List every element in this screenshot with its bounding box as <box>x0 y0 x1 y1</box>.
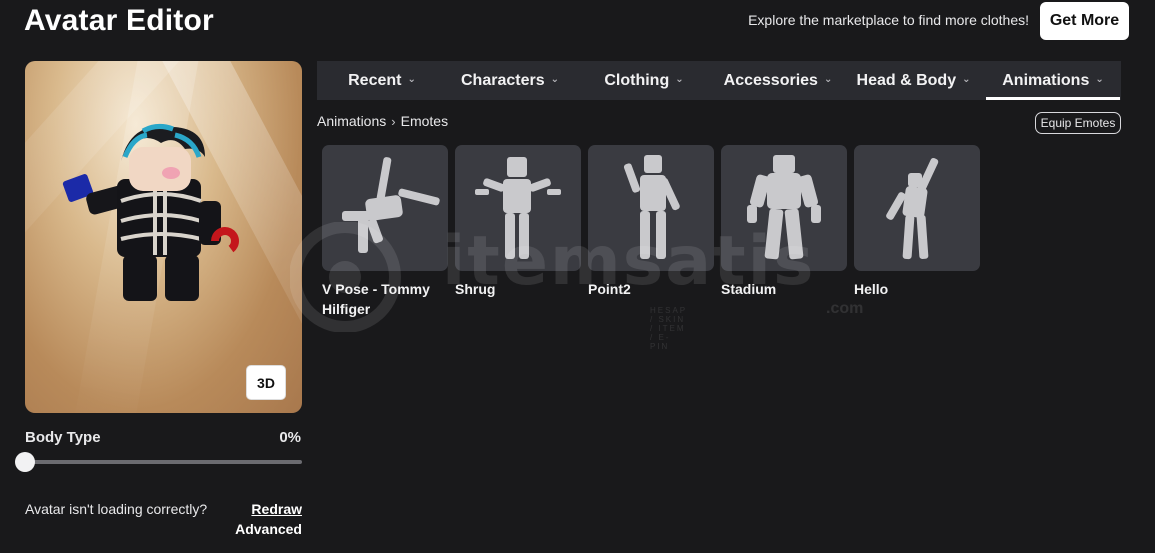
tab-characters[interactable]: Characters ⌄ <box>447 61 573 100</box>
page-title: Avatar Editor <box>24 4 214 37</box>
emote-item[interactable]: V Pose - Tommy Hilfiger <box>322 145 448 319</box>
body-type-value: 0% <box>279 429 301 446</box>
avatar-character-image <box>62 123 239 301</box>
tab-label: Accessories <box>723 71 818 89</box>
category-tabbar: Recent ⌄ Characters ⌄ Clothing ⌄ Accessorie… <box>317 61 1121 100</box>
body-type-slider-thumb[interactable] <box>15 452 35 472</box>
emote-name: V Pose - Tommy Hilfiger <box>322 281 430 317</box>
avatar-loading-text: Avatar isn't loading correctly? <box>25 501 208 517</box>
3d-toggle-button[interactable]: 3D <box>246 365 286 400</box>
chevron-down-icon: ⌄ <box>550 74 559 85</box>
tab-label: Clothing <box>604 71 670 89</box>
tab-accessories[interactable]: Accessories ⌄ <box>715 61 841 100</box>
redraw-link[interactable]: Redraw <box>251 501 302 517</box>
chevron-down-icon: ⌄ <box>823 74 833 85</box>
emote-item[interactable]: Stadium <box>721 145 847 319</box>
v-pose-figure-icon <box>342 157 440 253</box>
chevron-right-icon: › <box>391 113 396 129</box>
tab-label: Characters <box>461 71 545 89</box>
stadium-figure-icon <box>747 155 821 260</box>
emote-thumbnail[interactable] <box>588 145 714 271</box>
emote-thumbnail[interactable] <box>455 145 581 271</box>
tab-head-body[interactable]: Head & Body ⌄ <box>841 61 986 100</box>
emote-item[interactable]: Shrug <box>455 145 581 319</box>
emote-name: Stadium <box>721 281 777 297</box>
emote-item[interactable]: Point2 <box>588 145 714 319</box>
advanced-link[interactable]: Advanced <box>235 521 302 537</box>
breadcrumb-current: Emotes <box>400 113 449 129</box>
tab-label: Head & Body <box>856 71 957 89</box>
emote-thumbnail[interactable] <box>854 145 980 271</box>
tab-animations[interactable]: Animations ⌄ <box>986 61 1120 100</box>
hello-figure-icon <box>886 157 939 260</box>
avatar-preview[interactable]: 3D <box>25 61 302 413</box>
tab-clothing[interactable]: Clothing ⌄ <box>573 61 715 100</box>
tab-recent[interactable]: Recent ⌄ <box>317 61 447 100</box>
emote-thumbnail[interactable] <box>721 145 847 271</box>
shrug-figure-icon <box>475 157 561 259</box>
breadcrumb: Animations › Emotes <box>317 113 448 129</box>
breadcrumb-parent[interactable]: Animations <box>317 113 386 129</box>
chevron-down-icon: ⌄ <box>675 74 684 85</box>
body-type-slider-track[interactable] <box>25 460 302 464</box>
marketplace-promo-text: Explore the marketplace to find more clo… <box>748 12 1029 28</box>
chevron-down-icon: ⌄ <box>407 74 416 85</box>
get-more-button[interactable]: Get More <box>1040 2 1129 40</box>
emote-grid: V Pose - Tommy Hilfiger Shrug Point2 Sta… <box>322 145 980 319</box>
chevron-down-icon: ⌄ <box>1095 74 1104 85</box>
emote-name: Point2 <box>588 281 631 297</box>
body-type-label: Body Type <box>25 429 101 446</box>
chevron-down-icon: ⌄ <box>962 74 971 85</box>
emote-name: Hello <box>854 281 889 297</box>
tab-label: Recent <box>348 71 402 89</box>
emote-thumbnail[interactable] <box>322 145 448 271</box>
emote-name: Shrug <box>455 281 496 297</box>
equip-emotes-button[interactable]: Equip Emotes <box>1035 112 1121 134</box>
emote-item[interactable]: Hello <box>854 145 980 319</box>
point-figure-icon <box>623 155 680 259</box>
tab-label: Animations <box>1002 71 1090 89</box>
